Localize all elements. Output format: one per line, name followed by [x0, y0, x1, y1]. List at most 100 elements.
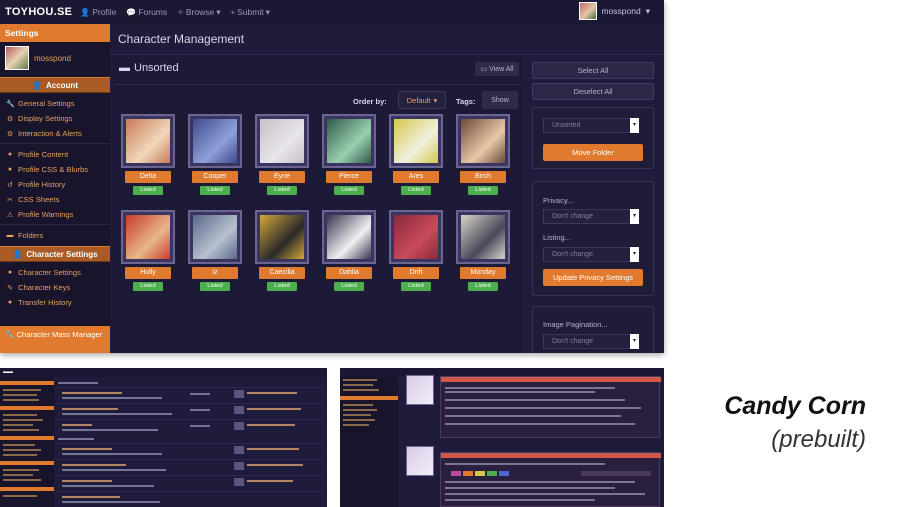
brand-logo[interactable]: TOYHOU.SE	[5, 6, 72, 18]
character-name-link[interactable]: Eyrie	[259, 171, 305, 183]
main-window: TOYHOU.SE 👤 Profile 💬 Forums ✧ Browse ▾ + Sub…	[0, 0, 664, 353]
sidebar-item-profile-history[interactable]: ↺ Profile History	[0, 177, 110, 192]
status-badge: Listed	[200, 186, 230, 195]
character-name-link[interactable]: Cooper	[192, 171, 238, 183]
character-name-link[interactable]: Pierce	[326, 171, 372, 183]
update-privacy-button[interactable]: Update Privacy Settings	[543, 269, 643, 286]
show-tags-button[interactable]: Show	[482, 91, 518, 109]
screenshot-stage: TOYHOU.SE 👤 Profile 💬 Forums ✧ Browse ▾ + Sub…	[0, 0, 900, 507]
comments-icon: 💬	[126, 7, 137, 17]
avatar	[578, 2, 597, 20]
section-character-settings[interactable]: 👤 Character Settings	[0, 246, 110, 262]
character-thumbnail[interactable]	[322, 114, 376, 168]
character-art	[126, 119, 170, 163]
character-name-link[interactable]: Holly	[125, 267, 171, 279]
folder-icon: ▬	[6, 232, 14, 239]
status-badge: Listed	[200, 282, 230, 291]
character-thumbnail[interactable]	[188, 114, 242, 168]
character-card[interactable]: Monday Listed	[456, 210, 510, 300]
character-thumbnail[interactable]	[188, 210, 242, 264]
character-name-link[interactable]: Birch	[460, 171, 506, 183]
nav-submit[interactable]: + Submit ▾	[230, 7, 269, 18]
character-card[interactable]: Ares Listed	[389, 114, 443, 204]
tags-label: Tags:	[456, 97, 476, 106]
order-by-dropdown[interactable]: Default ▾	[398, 91, 446, 109]
preview-screenshot-profile	[340, 368, 664, 507]
character-name-link[interactable]: Caecilia	[259, 267, 305, 279]
preview-sidebar	[340, 377, 398, 507]
character-card[interactable]: Caecilia Listed	[255, 210, 309, 300]
character-thumbnail[interactable]	[255, 114, 309, 168]
character-thumbnail[interactable]	[255, 210, 309, 264]
character-name-link[interactable]: Iz	[192, 267, 238, 279]
select-all-button[interactable]: Select All	[532, 62, 654, 79]
status-badge: Listed	[133, 186, 163, 195]
privacy-select[interactable]: Don't change ▾	[543, 209, 639, 224]
sidebar-item-interaction-alerts[interactable]: ⚙ Interaction & Alerts	[0, 126, 110, 141]
sidebar-item-character-keys[interactable]: ✎ Character Keys	[0, 280, 110, 295]
character-thumbnail[interactable]	[389, 114, 443, 168]
status-badge: Listed	[133, 282, 163, 291]
divider	[110, 54, 664, 55]
character-card[interactable]: Dahlia Listed	[322, 210, 376, 300]
sidebar-item-character-settings[interactable]: ● Character Settings	[0, 265, 110, 280]
character-card[interactable]: Birch Listed	[456, 114, 510, 204]
caption-title: Candy Corn	[724, 392, 866, 420]
move-folder-button[interactable]: Move Folder	[543, 144, 643, 161]
folder-select[interactable]: Unsorted ▾	[543, 118, 639, 133]
sidebar-user[interactable]: mosspond	[0, 42, 110, 74]
listing-select[interactable]: Don't change ▾	[543, 247, 639, 262]
sidebar-item-css-sheets[interactable]: ✂ CSS Sheets	[0, 192, 110, 207]
sidebar-item-folders[interactable]: ▬ Folders	[0, 228, 110, 243]
character-thumbnail[interactable]	[389, 210, 443, 264]
sidebar-item-transfer-history[interactable]: ● Transfer History	[0, 295, 110, 310]
character-card[interactable]: Holly Listed	[121, 210, 175, 300]
nav-browse[interactable]: ✧ Browse ▾	[177, 7, 220, 18]
character-card[interactable]: Iz Listed	[188, 210, 242, 300]
user-icon: 👤	[32, 80, 42, 90]
character-name-link[interactable]: Delta	[125, 171, 171, 183]
character-name-link[interactable]: Drift	[393, 267, 439, 279]
sidebar-item-display-settings[interactable]: ⚙ Display Settings	[0, 111, 110, 126]
character-thumbnail[interactable]	[121, 210, 175, 264]
nav-forums[interactable]: 💬 Forums	[126, 7, 167, 17]
character-card[interactable]: Cooper Listed	[188, 114, 242, 204]
character-thumbnail[interactable]	[121, 114, 175, 168]
status-badge: Listed	[334, 282, 364, 291]
character-card[interactable]: Pierce Listed	[322, 114, 376, 204]
compass-icon: ✧	[177, 7, 184, 17]
section-account[interactable]: 👤 Account	[0, 77, 110, 93]
view-all-button[interactable]: ▭ View All	[475, 62, 519, 76]
sidebar-item-character-mass-manager[interactable]: 🔧 Character Mass Manager	[0, 326, 110, 353]
character-art	[461, 119, 505, 163]
user-menu[interactable]: mosspond ▾	[578, 2, 650, 20]
deselect-all-button[interactable]: Deselect All	[532, 83, 654, 100]
character-name-link[interactable]: Monday	[460, 267, 506, 279]
sidebar-header: Settings	[0, 24, 110, 42]
character-name-link[interactable]: Ares	[393, 171, 439, 183]
character-art	[394, 215, 438, 259]
settings-sidebar: Settings mosspond 👤 Account 🔧 General Sett…	[0, 24, 110, 353]
preview-sidebar	[0, 377, 54, 507]
preview-panel	[440, 376, 661, 438]
character-thumbnail[interactable]	[456, 210, 510, 264]
caret-down-icon: ▾	[630, 334, 639, 349]
sidebar-item-profile-css[interactable]: ● Profile CSS & Blurbs	[0, 162, 110, 177]
nav-profile[interactable]: 👤 Profile	[80, 7, 116, 17]
character-name-link[interactable]: Dahlia	[326, 267, 372, 279]
plus-icon: +	[230, 7, 236, 17]
status-badge: Listed	[468, 282, 498, 291]
preview-brand-logo: ▬▬	[3, 369, 13, 375]
preview-character-art	[406, 375, 434, 405]
character-card[interactable]: Drift Listed	[389, 210, 443, 300]
pagination-select[interactable]: Don't change ▾	[543, 334, 639, 349]
sidebar-item-general-settings[interactable]: 🔧 General Settings	[0, 96, 110, 111]
character-thumbnail[interactable]	[322, 210, 376, 264]
character-card[interactable]: Delta Listed	[121, 114, 175, 204]
pagination-label: Image Pagination...	[543, 320, 608, 329]
character-thumbnail[interactable]	[456, 114, 510, 168]
character-card[interactable]: Eyrie Listed	[255, 114, 309, 204]
folder-icon: ▬	[119, 62, 130, 74]
sidebar-item-profile-content[interactable]: ● Profile Content	[0, 147, 110, 162]
sidebar-item-profile-warnings[interactable]: ⚠ Profile Warnings	[0, 207, 110, 222]
